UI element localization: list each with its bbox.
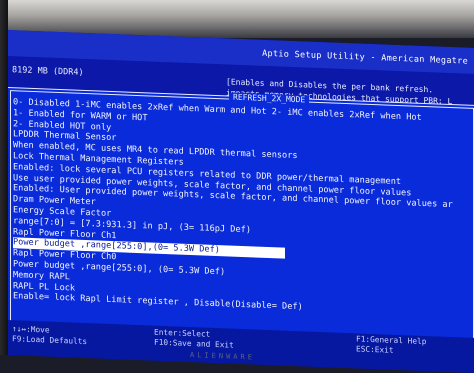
footer-keys-select: Enter:Select F10:Save and Exit [154, 328, 234, 350]
memory-size-value: 8192 MB (DDR4) [12, 65, 84, 78]
key-hint: F9:Load Defaults [12, 333, 88, 346]
footer-keys-nav: ↑↓↔:Move F9:Load Defaults [12, 324, 87, 346]
option-list: 0- Disabled 1-iMC enables 2xRef when War… [13, 97, 471, 320]
option-popup: REFRESH_2X_MODE 0- Disabled 1-iMC enable… [10, 90, 474, 340]
window-title: Aptio Setup Utility - American Megatre [262, 48, 468, 67]
monitor-bezel-side [0, 0, 8, 355]
bios-screen: Aptio Setup Utility - American Megatre 8… [8, 30, 474, 373]
brand-logo-text: ALIENWARE [190, 350, 255, 362]
key-hint: F10:Save and Exit [154, 337, 234, 350]
footer-keys-help: F1:General Help ESC:Exit [356, 334, 426, 356]
popup-title: REFRESH_2X_MODE [229, 92, 310, 105]
